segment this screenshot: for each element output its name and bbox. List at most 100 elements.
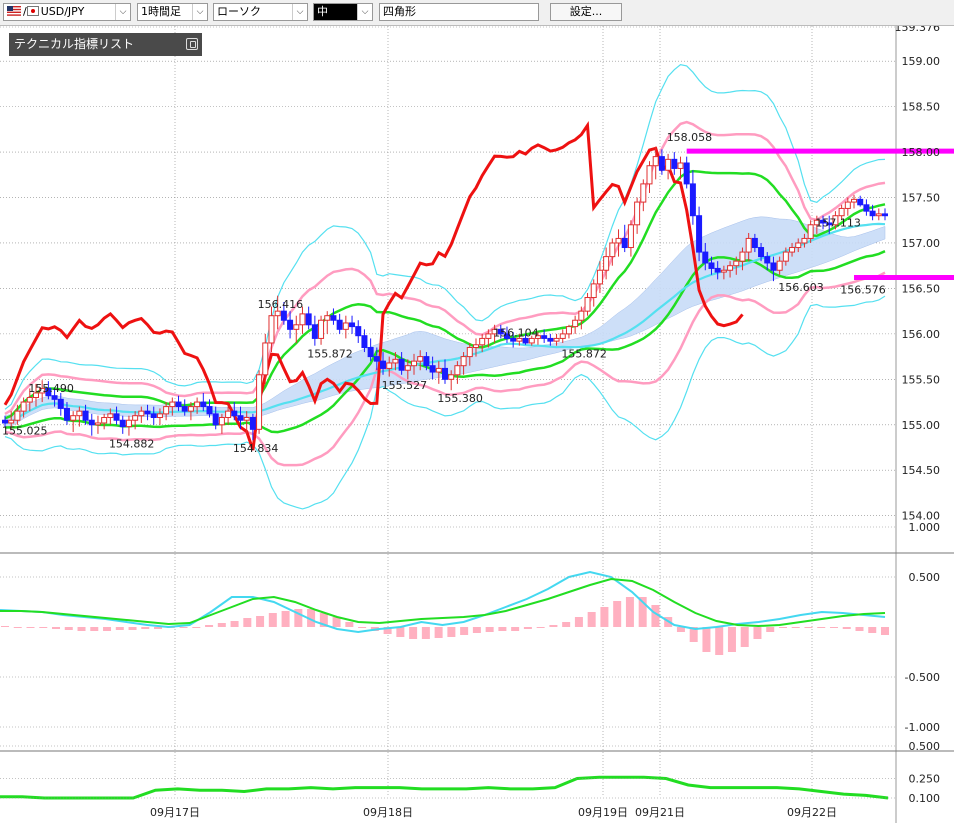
macd-histogram-bar — [103, 627, 112, 631]
line-width-select[interactable]: 中 ⌵ — [313, 3, 373, 21]
chart-type-select[interactable]: ローソク ⌵ — [213, 3, 308, 21]
candle-body — [398, 358, 405, 371]
candle-body — [156, 413, 163, 419]
restore-icon[interactable] — [186, 38, 198, 50]
x-tick-label: 09月17日 — [150, 806, 200, 819]
macd-histogram-bar — [715, 627, 724, 655]
macd-histogram-bar — [855, 627, 864, 631]
x-tick-label: 09月18日 — [363, 806, 413, 819]
candle-body — [603, 256, 610, 271]
candle-body — [559, 333, 566, 339]
candle-body — [460, 356, 467, 367]
macd-histogram-bar — [536, 627, 545, 628]
macd-histogram-bar — [192, 627, 201, 628]
candle-body — [175, 401, 182, 408]
symbol-select[interactable]: / USD/JPY ⌵ — [3, 3, 131, 21]
candle-body — [485, 333, 492, 339]
price-annotation: 156.416 — [258, 298, 304, 311]
candle-body — [125, 419, 132, 428]
macd-histogram-bar — [205, 625, 214, 627]
candle-body — [225, 410, 232, 419]
candle-body — [658, 156, 665, 171]
macd-histogram-bar — [39, 627, 48, 628]
macd-histogram-bar — [243, 618, 252, 627]
macd-histogram-bar — [625, 597, 634, 627]
candle-body — [101, 417, 108, 424]
technical-indicator-list[interactable]: テクニカル指標リスト — [9, 33, 202, 56]
chevron-down-icon[interactable]: ⌵ — [357, 4, 372, 20]
candle-body — [20, 401, 27, 412]
candle-body — [435, 367, 442, 373]
macd-histogram-bar — [842, 627, 851, 629]
macd-histogram-bar — [128, 627, 137, 630]
candle-body — [727, 265, 734, 271]
timeframe-select[interactable]: 1時間足 ⌵ — [137, 3, 208, 21]
chart-area: 155.025 155.490 154.882 154.834 156.416 155.8… — [0, 26, 954, 823]
settings-button[interactable]: 設定... — [550, 3, 622, 21]
drawing-tool-field[interactable]: 四角形 — [379, 3, 539, 21]
candle-body — [361, 335, 368, 349]
macd-histogram-bar — [256, 616, 265, 627]
x-tick-label: 09月19日 — [578, 806, 628, 819]
candle-body — [733, 260, 740, 267]
candle-body — [82, 410, 89, 421]
candle-body — [249, 417, 256, 430]
candle-body — [875, 213, 882, 217]
macd-histogram-bar — [766, 627, 775, 632]
candle-body — [882, 213, 888, 217]
candle-body — [423, 356, 430, 367]
candle-body — [411, 360, 418, 367]
candle-body — [857, 198, 864, 206]
price-annotation: 154.834 — [233, 442, 279, 455]
candle-body — [218, 417, 225, 426]
y-tick-label: 159.00 — [902, 55, 941, 68]
candle-body — [200, 401, 207, 408]
candle-body — [324, 315, 331, 321]
candle-body — [373, 356, 380, 362]
macd-histogram-bar — [396, 627, 405, 637]
chevron-down-icon[interactable]: ⌵ — [292, 4, 307, 20]
candle-body — [696, 215, 703, 253]
candle-body — [671, 158, 678, 169]
candle-body — [565, 326, 572, 335]
candle-body — [194, 401, 201, 408]
macd-histogram-bar — [881, 627, 889, 635]
chevron-down-icon[interactable]: ⌵ — [192, 4, 207, 20]
candle-body — [553, 337, 560, 342]
candle-body — [429, 365, 436, 373]
macd-histogram-bar — [281, 611, 290, 627]
macd-histogram-bar — [498, 627, 507, 631]
macd-histogram-bar — [740, 627, 749, 647]
candle-body — [609, 242, 616, 258]
candle-body — [107, 413, 114, 419]
candle-body — [243, 417, 250, 421]
candle-body — [305, 313, 312, 326]
candle-body — [844, 201, 851, 209]
candle-body — [739, 251, 746, 262]
candle-body — [770, 262, 777, 271]
candle-body — [472, 344, 479, 349]
macd-histogram-bar — [562, 622, 571, 627]
candle-body — [330, 315, 337, 321]
macd-histogram-bar — [64, 627, 73, 630]
candle-body — [355, 326, 362, 337]
candle-body — [745, 237, 752, 253]
macd-histogram-bar — [179, 627, 188, 628]
candle-body — [231, 410, 238, 417]
candle-body — [113, 413, 120, 421]
us-flag-icon — [7, 5, 21, 16]
macd-histogram-bar — [804, 627, 813, 628]
candle-body — [150, 413, 157, 419]
candle-body — [299, 313, 306, 326]
y-tick-label: 155.00 — [902, 419, 941, 432]
y-tick-label: 156.50 — [902, 282, 941, 295]
y-tick-label: 0.100 — [909, 792, 941, 805]
price-annotation: 155.380 — [437, 392, 483, 405]
candle-body — [615, 237, 622, 244]
chevron-down-icon[interactable]: ⌵ — [115, 4, 130, 20]
candle-body — [280, 310, 287, 321]
macd-histogram-bar — [434, 627, 443, 638]
line-width-label: 中 — [317, 5, 328, 18]
macd-histogram-bar — [421, 627, 430, 639]
candle-body — [392, 358, 399, 364]
